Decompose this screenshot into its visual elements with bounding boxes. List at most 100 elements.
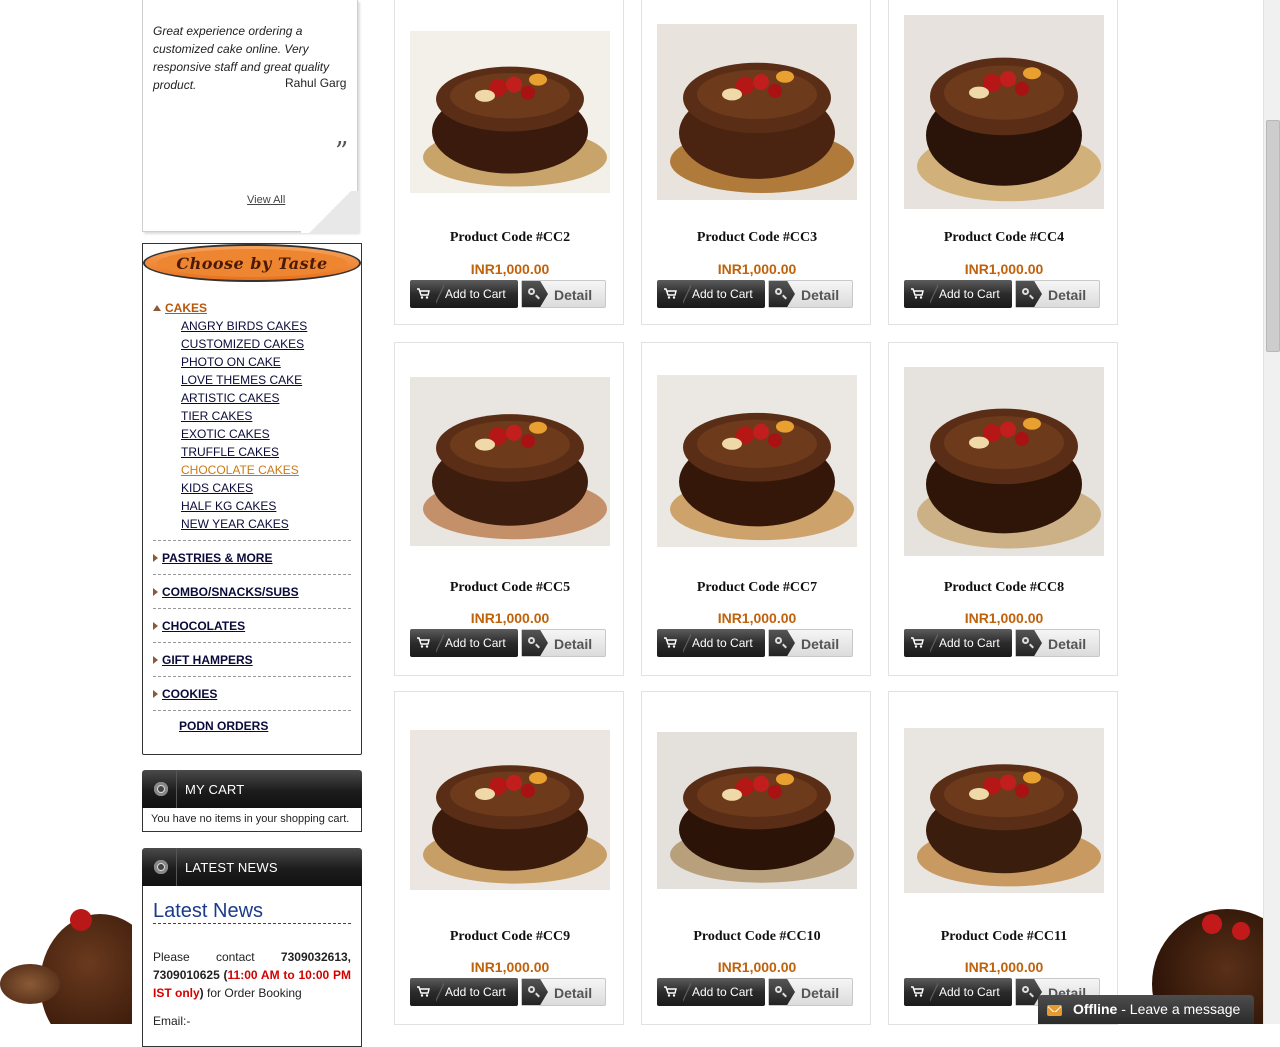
- cart-icon: [664, 637, 677, 648]
- cake-illustration: [670, 766, 854, 883]
- detail-button[interactable]: Detail: [521, 629, 606, 657]
- category-cookies[interactable]: COOKIES: [153, 685, 351, 703]
- product-image[interactable]: [657, 24, 857, 200]
- detail-button[interactable]: Detail: [521, 978, 606, 1006]
- product-price: INR1,000.00: [717, 959, 797, 975]
- detail-label: Detail: [554, 636, 593, 652]
- subcategory-customized-cakes[interactable]: CUSTOMIZED CAKES: [181, 335, 351, 353]
- subcategory-angry-birds-cakes[interactable]: ANGRY BIRDS CAKES: [181, 317, 351, 335]
- button-separator: [436, 280, 444, 308]
- category-label: CHOCOLATES: [162, 619, 246, 633]
- subcategory-new-year-cakes[interactable]: NEW YEAR CAKES: [181, 515, 351, 533]
- add-to-cart-button[interactable]: Add to Cart: [410, 978, 518, 1006]
- add-to-cart-button[interactable]: Add to Cart: [904, 280, 1012, 308]
- product-code[interactable]: Product Code #CC10: [642, 929, 872, 945]
- category-podn-orders[interactable]: PODN ORDERS: [153, 719, 351, 737]
- scrollbar-thumb[interactable]: [1266, 120, 1280, 352]
- magnifier-icon: [775, 637, 782, 644]
- product-code[interactable]: Product Code #CC2: [395, 230, 625, 246]
- divider: [153, 574, 351, 575]
- divider: [153, 540, 351, 541]
- product-image[interactable]: [410, 31, 610, 193]
- add-to-cart-button[interactable]: Add to Cart: [657, 280, 765, 308]
- page-fold-decoration: [301, 191, 359, 233]
- category-pastries-more[interactable]: PASTRIES & MORE: [153, 549, 351, 567]
- subcategory-chocolate-cakes[interactable]: CHOCOLATE CAKES: [181, 461, 351, 479]
- testimonial-author: Rahul Garg: [285, 76, 347, 90]
- view-all-link[interactable]: View All: [247, 194, 285, 206]
- add-to-cart-button[interactable]: Add to Cart: [904, 629, 1012, 657]
- detail-button[interactable]: Detail: [768, 629, 853, 657]
- product-code[interactable]: Product Code #CC9: [395, 929, 625, 945]
- button-separator: [683, 629, 691, 657]
- detail-button[interactable]: Detail: [1015, 280, 1100, 308]
- cake-illustration: [423, 66, 607, 187]
- cake-illustration: [917, 57, 1101, 202]
- product-price: INR1,000.00: [470, 610, 550, 626]
- product-code[interactable]: Product Code #CC4: [889, 230, 1119, 246]
- category-menu: CAKES ANGRY BIRDS CAKES CUSTOMIZED CAKES…: [153, 299, 351, 737]
- magnifier-icon: [1022, 986, 1029, 993]
- magnifier-icon: [1022, 288, 1029, 295]
- category-cakes[interactable]: CAKES: [153, 299, 351, 317]
- target-icon: [154, 860, 168, 874]
- detail-button[interactable]: Detail: [768, 978, 853, 1006]
- subcategory-half-kg-cakes[interactable]: HALF KG CAKES: [181, 497, 351, 515]
- divider: [153, 642, 351, 643]
- add-to-cart-button[interactable]: Add to Cart: [657, 978, 765, 1006]
- subcategory-tier-cakes[interactable]: TIER CAKES: [181, 407, 351, 425]
- subcategory-kids-cakes[interactable]: KIDS CAKES: [181, 479, 351, 497]
- subcategory-photo-on-cake[interactable]: PHOTO ON CAKE: [181, 353, 351, 371]
- chat-status: Offline: [1073, 1001, 1118, 1017]
- divider: [176, 848, 177, 886]
- product-image[interactable]: [904, 367, 1104, 556]
- my-cart-body: You have no items in your shopping cart.: [142, 808, 362, 832]
- expanded-arrow-icon: [153, 305, 161, 311]
- category-gift-hampers[interactable]: GIFT HAMPERS: [153, 651, 351, 669]
- category-combo-snacks-subs[interactable]: COMBO/SNACKS/SUBS: [153, 583, 351, 601]
- button-separator: [683, 280, 691, 308]
- product-code[interactable]: Product Code #CC11: [889, 929, 1119, 945]
- add-to-cart-label: Add to Cart: [445, 287, 506, 301]
- page-scrollbar[interactable]: [1263, 0, 1280, 1024]
- product-image[interactable]: [410, 377, 610, 546]
- subcategory-artistic-cakes[interactable]: ARTISTIC CAKES: [181, 389, 351, 407]
- product-image[interactable]: [904, 728, 1104, 893]
- add-to-cart-label: Add to Cart: [939, 287, 1000, 301]
- button-separator: [930, 280, 938, 308]
- subcategory-exotic-cakes[interactable]: EXOTIC CAKES: [181, 425, 351, 443]
- subcategory-love-themes-cake[interactable]: LOVE THEMES CAKE: [181, 371, 351, 389]
- category-chocolates[interactable]: CHOCOLATES: [153, 617, 351, 635]
- product-code[interactable]: Product Code #CC5: [395, 580, 625, 596]
- latest-news-title: Latest News: [153, 900, 264, 922]
- add-to-cart-button[interactable]: Add to Cart: [410, 629, 518, 657]
- product-code[interactable]: Product Code #CC8: [889, 580, 1119, 596]
- product-image[interactable]: [410, 730, 610, 890]
- product-code[interactable]: Product Code #CC7: [642, 580, 872, 596]
- cart-icon: [417, 986, 430, 997]
- choose-by-taste-title: Choose by Taste: [157, 249, 347, 277]
- collapsed-arrow-icon: [153, 656, 158, 664]
- product-card: Product Code #CC11 INR1,000.00 Add to Ca…: [888, 691, 1118, 1025]
- open-quote-icon: “: [153, 0, 167, 18]
- subcategory-truffle-cakes[interactable]: TRUFFLE CAKES: [181, 443, 351, 461]
- product-image[interactable]: [657, 375, 857, 547]
- product-price: INR1,000.00: [964, 610, 1044, 626]
- target-icon: [154, 782, 168, 796]
- product-price: INR1,000.00: [964, 959, 1044, 975]
- detail-button[interactable]: Detail: [768, 280, 853, 308]
- add-to-cart-button[interactable]: Add to Cart: [657, 629, 765, 657]
- detail-button[interactable]: Detail: [1015, 629, 1100, 657]
- add-to-cart-label: Add to Cart: [939, 636, 1000, 650]
- collapsed-arrow-icon: [153, 554, 158, 562]
- chat-message: - Leave a message: [1117, 1001, 1241, 1017]
- latest-news-body: Latest News Please contact 7309032613, 7…: [142, 886, 362, 1047]
- chat-widget[interactable]: Offline - Leave a message: [1038, 995, 1254, 1024]
- detail-button[interactable]: Detail: [521, 280, 606, 308]
- product-image[interactable]: [904, 15, 1104, 209]
- add-to-cart-button[interactable]: Add to Cart: [904, 978, 1012, 1006]
- product-code[interactable]: Product Code #CC3: [642, 230, 872, 246]
- button-separator: [930, 629, 938, 657]
- product-image[interactable]: [657, 732, 857, 889]
- add-to-cart-button[interactable]: Add to Cart: [410, 280, 518, 308]
